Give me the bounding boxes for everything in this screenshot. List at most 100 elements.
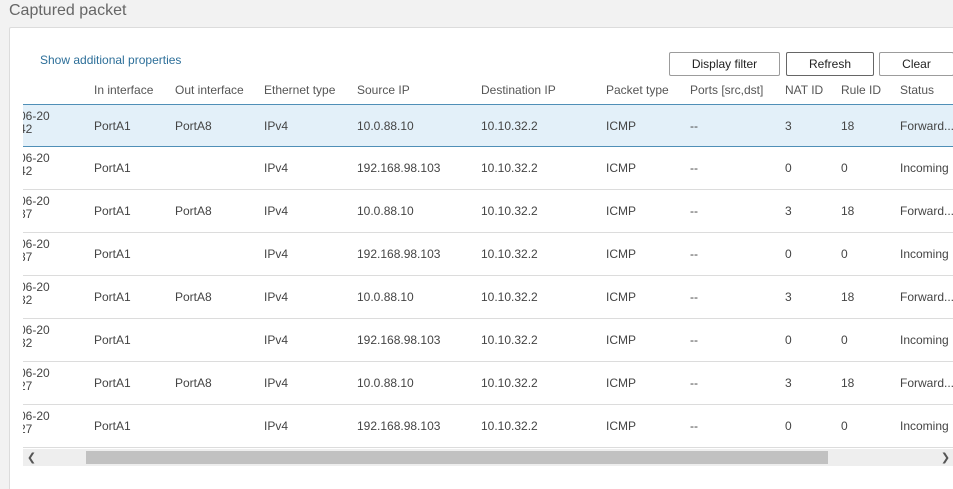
- horizontal-scrollbar[interactable]: ❮ ❯: [23, 449, 953, 466]
- cell-nat-id: 3: [785, 376, 792, 390]
- table-header: In interface Out interface Ethernet type…: [23, 76, 953, 104]
- cell-packet-type: ICMP: [606, 290, 636, 304]
- table-row[interactable]: 06-20 42 PortA1 PortA8 IPv4 10.0.88.10 10.10.…: [23, 104, 953, 147]
- cell-time: 06-20 32: [23, 323, 50, 350]
- cell-in-interface: PortA1: [94, 161, 131, 175]
- cell-source-ip: 10.0.88.10: [357, 376, 414, 390]
- table-row[interactable]: 06-20 37 PortA1 IPv4 192.168.98.103 10.10.32…: [23, 233, 953, 276]
- cell-time: 06-20 32: [23, 280, 50, 307]
- cell-rule-id: 18: [841, 290, 855, 304]
- cell-destination-ip: 10.10.32.2: [481, 119, 538, 133]
- cell-ports: --: [690, 161, 698, 175]
- cell-packet-type: ICMP: [606, 119, 636, 133]
- chevron-left-icon[interactable]: ❮: [23, 449, 40, 466]
- chevron-right-icon[interactable]: ❯: [937, 449, 953, 466]
- cell-nat-id: 0: [785, 419, 792, 433]
- display-filter-button[interactable]: Display filter: [669, 52, 780, 76]
- table-row[interactable]: 06-20 27 PortA1 PortA8 IPv4 10.0.88.10 10.10.…: [23, 362, 953, 405]
- cell-time: 06-20 37: [23, 237, 50, 264]
- cell-ports: --: [690, 119, 698, 133]
- cell-nat-id: 0: [785, 161, 792, 175]
- cell-source-ip: 10.0.88.10: [357, 290, 414, 304]
- cell-in-interface: PortA1: [94, 204, 131, 218]
- cell-ports: --: [690, 419, 698, 433]
- cell-packet-type: ICMP: [606, 161, 636, 175]
- cell-nat-id: 3: [785, 204, 792, 218]
- column-header-nat-id[interactable]: NAT ID: [785, 83, 823, 97]
- cell-ports: --: [690, 376, 698, 390]
- cell-ports: --: [690, 290, 698, 304]
- column-header-ports[interactable]: Ports [src,dst]: [690, 83, 763, 97]
- cell-nat-id: 0: [785, 247, 792, 261]
- cell-packet-type: ICMP: [606, 376, 636, 390]
- cell-rule-id: 18: [841, 119, 855, 133]
- cell-ports: --: [690, 333, 698, 347]
- cell-ethernet-type: IPv4: [264, 119, 289, 133]
- cell-status: Incoming: [900, 419, 949, 433]
- cell-destination-ip: 10.10.32.2: [481, 290, 538, 304]
- cell-status: Incoming: [900, 161, 949, 175]
- cell-time: 06-20 27: [23, 409, 50, 436]
- cell-rule-id: 0: [841, 161, 848, 175]
- cell-packet-type: ICMP: [606, 247, 636, 261]
- column-header-ethernet-type[interactable]: Ethernet type: [264, 83, 335, 97]
- cell-destination-ip: 10.10.32.2: [481, 161, 538, 175]
- cell-time: 06-20 42: [23, 151, 50, 178]
- cell-ethernet-type: IPv4: [264, 204, 289, 218]
- cell-source-ip: 10.0.88.10: [357, 204, 414, 218]
- cell-in-interface: PortA1: [94, 419, 131, 433]
- cell-destination-ip: 10.10.32.2: [481, 247, 538, 261]
- page-title: Captured packet: [9, 2, 127, 19]
- cell-rule-id: 0: [841, 247, 848, 261]
- cell-status: Incoming: [900, 333, 949, 347]
- cell-rule-id: 0: [841, 419, 848, 433]
- scrollbar-thumb[interactable]: [86, 451, 828, 464]
- column-header-out-interface[interactable]: Out interface: [175, 83, 244, 97]
- column-header-in-interface[interactable]: In interface: [94, 83, 153, 97]
- cell-status: Forward...: [900, 119, 953, 133]
- cell-nat-id: 3: [785, 290, 792, 304]
- cell-rule-id: 18: [841, 376, 855, 390]
- clear-button[interactable]: Clear: [879, 52, 953, 76]
- cell-in-interface: PortA1: [94, 290, 131, 304]
- cell-out-interface: PortA8: [175, 376, 212, 390]
- cell-rule-id: 0: [841, 333, 848, 347]
- cell-status: Forward...: [900, 204, 953, 218]
- cell-in-interface: PortA1: [94, 333, 131, 347]
- table-row[interactable]: 06-20 27 PortA1 IPv4 192.168.98.103 10.10.32…: [23, 405, 953, 448]
- cell-source-ip: 192.168.98.103: [357, 333, 441, 347]
- cell-out-interface: PortA8: [175, 204, 212, 218]
- show-additional-properties-link[interactable]: Show additional properties: [40, 53, 181, 67]
- table-row[interactable]: 06-20 32 PortA1 IPv4 192.168.98.103 10.10.32…: [23, 319, 953, 362]
- column-header-source-ip[interactable]: Source IP: [357, 83, 410, 97]
- cell-status: Forward...: [900, 290, 953, 304]
- table-row[interactable]: 06-20 32 PortA1 PortA8 IPv4 10.0.88.10 10.10.…: [23, 276, 953, 319]
- column-header-packet-type[interactable]: Packet type: [606, 83, 669, 97]
- cell-source-ip: 192.168.98.103: [357, 419, 441, 433]
- cell-status: Forward...: [900, 376, 953, 390]
- column-header-status[interactable]: Status: [900, 83, 934, 97]
- cell-nat-id: 0: [785, 333, 792, 347]
- cell-source-ip: 192.168.98.103: [357, 247, 441, 261]
- cell-time: 06-20 42: [23, 109, 50, 136]
- cell-nat-id: 3: [785, 119, 792, 133]
- cell-in-interface: PortA1: [94, 119, 131, 133]
- cell-ports: --: [690, 247, 698, 261]
- cell-ports: --: [690, 204, 698, 218]
- refresh-button[interactable]: Refresh: [786, 52, 874, 76]
- column-header-rule-id[interactable]: Rule ID: [841, 83, 881, 97]
- cell-ethernet-type: IPv4: [264, 247, 289, 261]
- cell-ethernet-type: IPv4: [264, 161, 289, 175]
- table-row[interactable]: 06-20 37 PortA1 PortA8 IPv4 10.0.88.10 10.10.…: [23, 190, 953, 233]
- cell-source-ip: 10.0.88.10: [357, 119, 414, 133]
- cell-ethernet-type: IPv4: [264, 333, 289, 347]
- column-header-destination-ip[interactable]: Destination IP: [481, 83, 556, 97]
- cell-destination-ip: 10.10.32.2: [481, 419, 538, 433]
- cell-packet-type: ICMP: [606, 204, 636, 218]
- cell-rule-id: 18: [841, 204, 855, 218]
- packet-table: In interface Out interface Ethernet type…: [23, 76, 953, 449]
- table-row[interactable]: 06-20 42 PortA1 IPv4 192.168.98.103 10.10.32…: [23, 147, 953, 190]
- cell-ethernet-type: IPv4: [264, 376, 289, 390]
- cell-out-interface: PortA8: [175, 290, 212, 304]
- cell-out-interface: PortA8: [175, 119, 212, 133]
